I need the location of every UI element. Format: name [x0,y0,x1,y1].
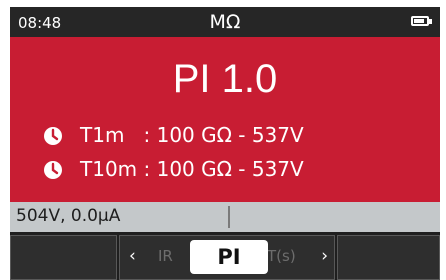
pi-result-title: PI 1.0 [172,57,278,101]
mode-option-time[interactable]: T(s) [267,247,296,265]
result-panel: PI 1.0 T1m : 100 GΩ - 537V T10m : 100 GΩ… [10,37,440,202]
t10m-result-text: T10m : 100 GΩ - 537V [80,157,304,181]
t10m-result-row: T10m : 100 GΩ - 537V [43,157,304,185]
chevron-left-icon[interactable]: ‹ [129,246,136,266]
mode-option-pi-selected[interactable]: PI [190,240,268,274]
softkey-right[interactable] [337,235,440,280]
live-voltage-current: 504V, 0.0μA [16,206,121,226]
clock-icon [44,127,62,145]
clock-icon [44,161,62,179]
battery-full-icon [411,16,429,26]
measurement-unit: MΩ [209,11,241,33]
battery-tip [429,19,432,24]
t1m-result-text: T1m : 100 GΩ - 537V [80,123,304,147]
t1m-result-row: T1m : 100 GΩ - 537V [43,123,304,151]
live-reading-bar: 504V, 0.0μA [10,202,440,232]
status-bar: 08:48 MΩ [10,7,440,37]
softkey-left[interactable] [10,235,117,280]
bar-divider [228,206,230,228]
chevron-right-icon[interactable]: › [321,246,328,266]
mode-selector[interactable]: ‹ IR T(s) PI › [119,235,335,280]
softkey-bar: ‹ IR T(s) PI › [10,232,440,280]
meter-screen: 08:48 MΩ PI 1.0 T1m : 100 GΩ - 537V T10m… [10,7,440,280]
mode-option-ir[interactable]: IR [158,247,173,265]
